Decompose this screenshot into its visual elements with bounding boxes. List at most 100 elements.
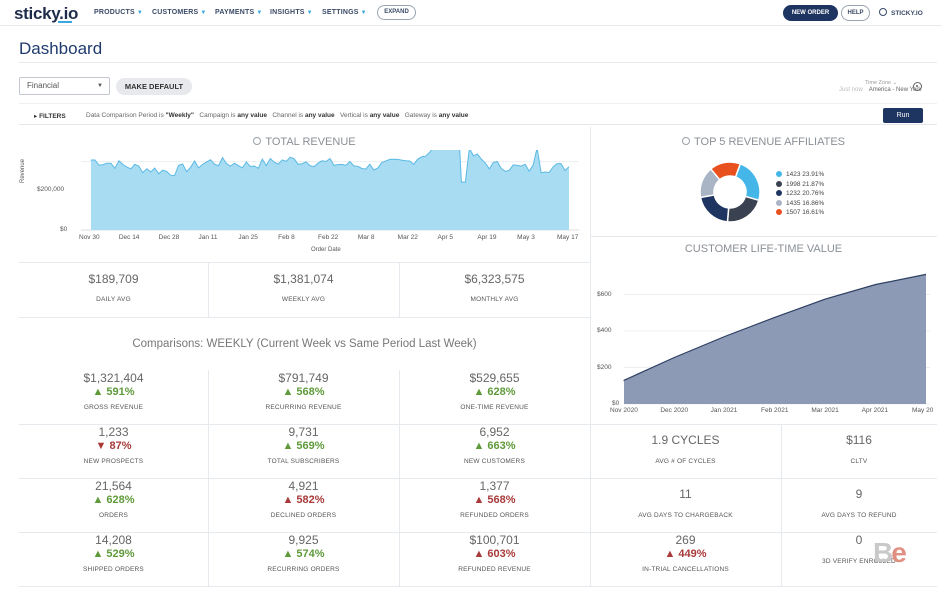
chevron-down-icon: ▼	[306, 10, 313, 16]
legend-swatch	[776, 190, 782, 196]
filter-campaign-value: any value	[237, 112, 267, 119]
nav-item-settings[interactable]: SETTINGS ▼	[322, 9, 367, 16]
clv-chart[interactable]	[590, 258, 937, 423]
expand-button[interactable]: EXPAND	[377, 5, 416, 20]
clv-x-tick: Dec 2020	[660, 407, 689, 414]
stat-delta: ▲ 569%	[282, 440, 325, 452]
comparison-card: 6,952 ▲ 663% NEW CUSTOMERS	[399, 425, 590, 465]
filter-is-word: is	[159, 112, 164, 119]
stat-value: $116	[846, 433, 872, 447]
stat-label: GROSS REVENUE	[83, 404, 144, 411]
comparison-card: 1,233 ▼ 87% NEW PROSPECTS	[19, 425, 208, 465]
stat-label: TOTAL SUBSCRIBERS	[267, 458, 340, 465]
logo-underline	[58, 21, 72, 23]
gear-icon[interactable]	[913, 82, 922, 91]
filter-vertical-label: Vertical	[340, 112, 362, 119]
stat-delta: ▲ 529%	[92, 548, 135, 560]
daily-avg-card: $189,709 DAILY AVG	[19, 272, 208, 303]
stat-value: $791,749	[278, 371, 329, 385]
clv-y-tick: $200	[597, 363, 612, 371]
revenue-y-tick: $200,000	[37, 186, 65, 193]
stat-value: $1,321,404	[83, 371, 144, 385]
filter-is-word: is	[363, 112, 368, 119]
clv-y-tick: $600	[597, 290, 612, 298]
stat-label: DECLINED ORDERS	[270, 512, 337, 519]
timezone-label: Time Zone ⌄	[865, 80, 898, 86]
affiliates-donut-chart[interactable]	[698, 160, 762, 224]
nav-item-customers[interactable]: CUSTOMERS ▼	[152, 9, 207, 16]
stat-label: AVG DAYS TO REFUND	[821, 512, 897, 519]
affiliates-chart-title: TOP 5 REVENUE AFFILIATES	[590, 136, 937, 148]
nav-item-products[interactable]: PRODUCTS ▼	[94, 9, 143, 16]
stat-label: IN-TRIAL CANCELLATIONS	[642, 566, 729, 573]
run-button[interactable]: Run	[883, 108, 923, 123]
monthly-avg-card: $6,323,575 MONTHLY AVG	[399, 272, 590, 303]
clv-x-tick: Apr 2021	[861, 407, 889, 414]
filter-summary: Data Comparison Period is "Weekly" Campa…	[86, 112, 468, 119]
row-divider	[19, 262, 590, 263]
stat-value: 4,921	[288, 479, 319, 493]
donut-slice[interactable]	[726, 195, 760, 223]
new-order-button[interactable]: NEW ORDER	[783, 5, 838, 21]
revenue-chart[interactable]	[19, 150, 590, 260]
revenue-x-tick: Feb 8	[278, 234, 295, 241]
revenue-y-tick: $0	[60, 226, 68, 233]
filters-toggle[interactable]: ▸ FILTERS	[34, 112, 66, 120]
clv-y-tick: $0	[612, 400, 620, 407]
stat-delta: ▲ 582%	[282, 494, 325, 506]
nav-item-label: PAYMENTS	[215, 9, 255, 16]
clv-x-tick: Feb 2021	[761, 407, 789, 414]
stat-label: REFUNDED REVENUE	[458, 566, 531, 573]
nav-item-insights[interactable]: INSIGHTS ▼	[270, 9, 313, 16]
donut-slice[interactable]	[699, 194, 730, 223]
stat-label: SHIPPED ORDERS	[83, 566, 144, 573]
stat-value: 11	[679, 487, 692, 501]
chevron-down-icon: ▼	[136, 10, 144, 16]
stat-value: 1,233	[98, 425, 129, 439]
stat-label: MONTHLY AVG	[470, 296, 519, 303]
clock-icon	[682, 137, 690, 145]
dashboard-select[interactable]: Financial ▼	[19, 77, 110, 95]
metric-card: 0 3D VERIFY ENROLLED	[781, 533, 937, 565]
filter-campaign-label: Campaign	[199, 112, 230, 119]
help-button[interactable]: HELP	[841, 5, 870, 21]
comparison-card: $791,749 ▲ 568% RECURRING REVENUE	[208, 371, 399, 411]
stat-value: 21,564	[95, 479, 132, 493]
stat-label: AVG DAYS TO CHARGEBACK	[638, 512, 733, 519]
clock-icon	[253, 137, 262, 145]
user-menu[interactable]: STICKY.IO	[879, 8, 923, 17]
stat-value: 6,952	[479, 425, 510, 439]
row-divider	[19, 317, 590, 318]
clv-x-tick: May 20	[912, 407, 934, 414]
filter-is-word: is	[298, 112, 304, 119]
legend-item: 1423 23.91%	[776, 171, 824, 178]
make-default-button[interactable]: MAKE DEFAULT	[116, 78, 192, 95]
legend-swatch	[776, 209, 782, 215]
revenue-x-tick: Apr 5	[437, 234, 454, 241]
legend-item: 1435 16.86%	[776, 199, 824, 207]
revenue-title-text: TOTAL REVENUE	[265, 136, 356, 148]
revenue-x-tick: Mar 22	[397, 234, 418, 241]
clv-chart-title: CUSTOMER LIFE-TIME VALUE	[684, 243, 843, 255]
dashboard-select-value: Financial	[27, 81, 60, 90]
legend-item: 1998 21.87%	[776, 180, 824, 188]
stat-label: NEW CUSTOMERS	[464, 458, 525, 465]
timezone-select[interactable]: Just now America - New York	[839, 87, 921, 93]
nav-item-payments[interactable]: PAYMENTS ▼	[215, 9, 262, 16]
comparisons-title: Comparisons: WEEKLY (Current Week vs Sam…	[132, 338, 477, 350]
clv-x-tick: Mar 2021	[811, 407, 839, 414]
filter-channel-value: any value	[304, 112, 335, 119]
revenue-y-axis-title: Revenue	[20, 158, 26, 183]
stat-value: $100,701	[469, 533, 520, 547]
comparison-card: 14,208 ▲ 529% SHIPPED ORDERS	[19, 533, 208, 573]
top-nav: sticky.io PRODUCTS ▼ CUSTOMERS ▼ PAYMENTS ▼…	[0, 0, 942, 26]
stat-delta: ▼ 87%	[95, 440, 132, 452]
clv-x-tick: Nov 2020	[610, 407, 638, 414]
stat-value: 9,925	[288, 533, 319, 547]
donut-slice[interactable]	[734, 162, 761, 202]
legend-label: 1507 16.61%	[786, 209, 825, 216]
revenue-x-tick: Dec 14	[118, 234, 140, 241]
row-divider	[19, 586, 590, 587]
stat-delta: ▲ 574%	[282, 548, 325, 560]
comparison-card: $1,321,404 ▲ 591% GROSS REVENUE	[19, 371, 208, 411]
